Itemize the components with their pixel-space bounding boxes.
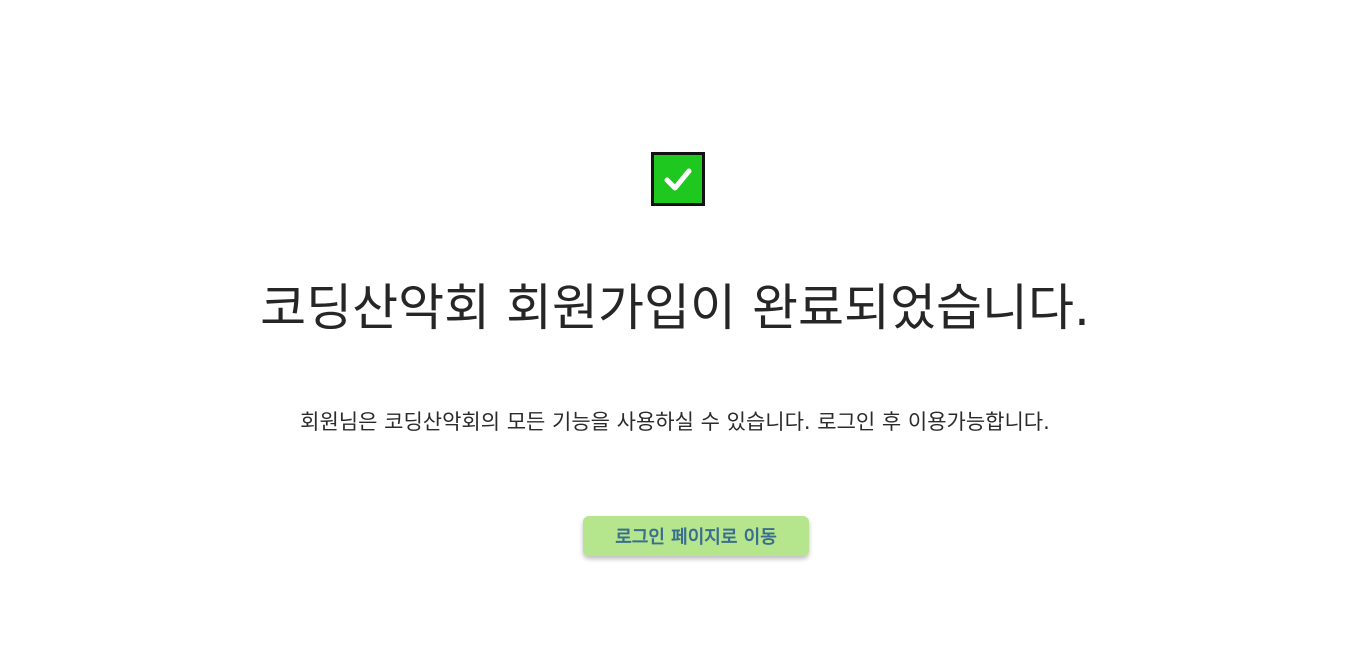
- page-title: 코딩산악회 회원가입이 완료되었습니다.: [260, 279, 1090, 337]
- success-check-icon: [651, 152, 705, 206]
- signup-complete-page: 코딩산악회 회원가입이 완료되었습니다. 회원님은 코딩산악회의 모든 기능을 …: [0, 0, 1350, 658]
- go-to-login-button[interactable]: 로그인 페이지로 이동: [583, 516, 809, 556]
- check-mark-icon: [664, 168, 692, 191]
- completion-message: 회원님은 코딩산악회의 모든 기능을 사용하실 수 있습니다. 로그인 후 이용…: [300, 410, 1050, 434]
